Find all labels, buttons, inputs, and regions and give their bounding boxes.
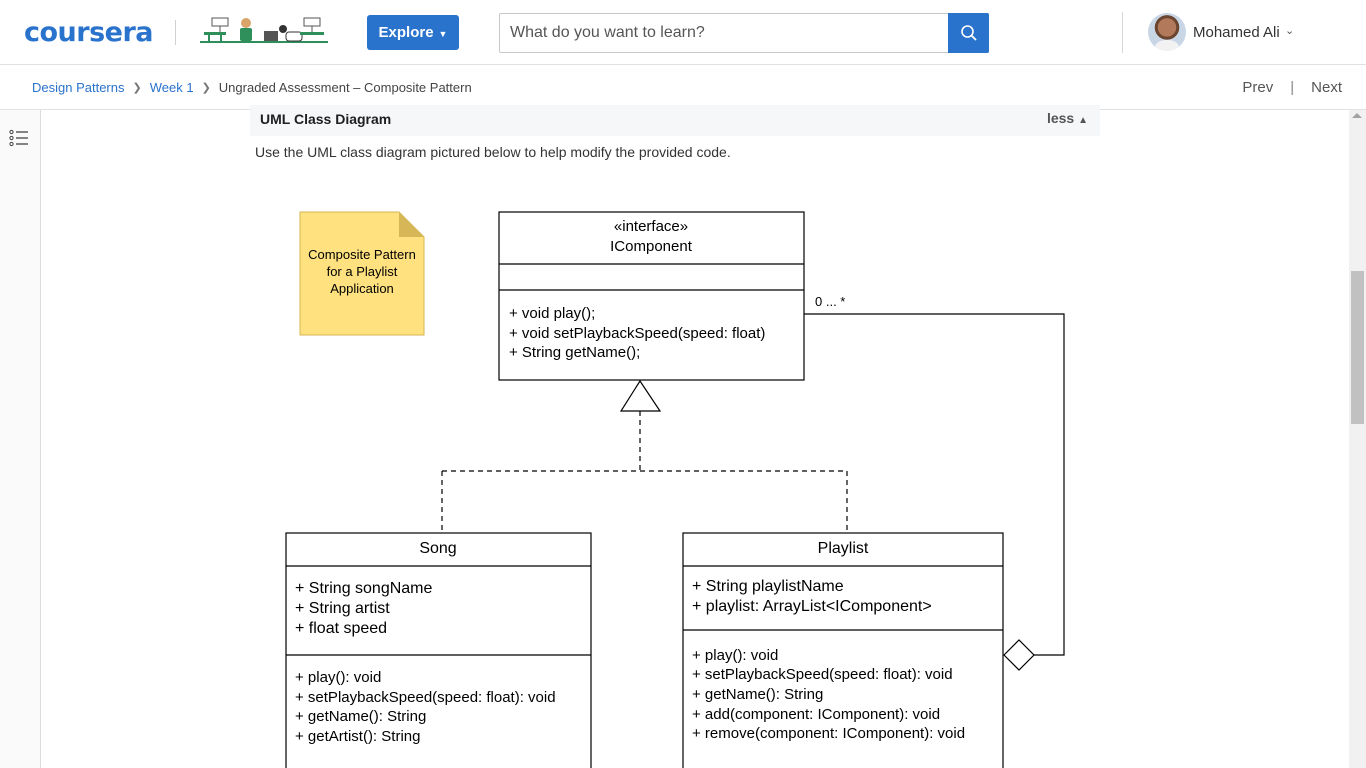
user-name[interactable]: Mohamed Ali — [1193, 24, 1280, 41]
playlist-method: + add(component: IComponent): void — [692, 706, 940, 723]
aggregation-diamond — [1003, 639, 1035, 671]
coursera-logo[interactable]: coursera — [24, 17, 154, 48]
header-divider — [1122, 12, 1123, 53]
less-label: less — [1046, 110, 1075, 126]
section-title: UML Class Diagram — [260, 111, 392, 127]
aggregation-line — [804, 313, 1065, 656]
song-attribute: + String artist — [295, 600, 390, 617]
user-avatar[interactable] — [1148, 13, 1186, 51]
interface-method: + void play(); — [509, 305, 595, 322]
breadcrumb-course[interactable]: Design Patterns — [32, 80, 125, 95]
playlist-class-box — [682, 532, 1004, 768]
search-button[interactable] — [948, 13, 989, 53]
scroll-up-arrow-icon[interactable] — [1352, 113, 1362, 118]
song-class-box — [285, 532, 592, 768]
chevron-right-icon: ❯ — [132, 82, 142, 94]
interface-name: IComponent — [610, 238, 693, 255]
chevron-right-icon: ❯ — [201, 82, 211, 94]
playlist-method: + remove(component: IComponent): void — [692, 725, 965, 742]
prev-link[interactable]: Prev — [1242, 79, 1273, 96]
note-line-1: Composite Pattern — [308, 247, 416, 262]
song-attribute: + String songName — [295, 580, 433, 597]
explore-button[interactable]: Explore ▼ — [367, 15, 459, 50]
section-header: UML Class Diagram less ▲ — [250, 105, 1100, 136]
note-line-2: for a Playlist — [327, 264, 398, 279]
song-method: + getName(): String — [295, 708, 426, 725]
playlist-method: + setPlaybackSpeed(speed: float): void — [692, 666, 953, 683]
next-link[interactable]: Next — [1311, 79, 1342, 96]
interface-class-box — [498, 211, 805, 381]
chevron-down-icon[interactable]: ⌄ — [1285, 24, 1294, 37]
chevron-down-icon: ▼ — [438, 28, 448, 39]
interface-method: + String getName(); — [509, 344, 640, 361]
note-fold — [399, 212, 424, 237]
prev-next-nav: Prev | Next — [1242, 79, 1342, 96]
breadcrumb: Design Patterns ❯ Week 1 ❯ Ungraded Asse… — [32, 80, 472, 95]
scrollbar-thumb[interactable] — [1351, 271, 1364, 424]
search-icon — [960, 25, 977, 41]
scrollbar[interactable] — [1349, 110, 1366, 768]
note-line-3: Application — [330, 281, 394, 296]
breadcrumb-current: Ungraded Assessment – Composite Pattern — [218, 80, 472, 95]
less-toggle[interactable]: less ▲ — [1047, 110, 1088, 126]
song-class-name: Song — [419, 540, 456, 557]
realization-arrowhead — [619, 379, 662, 412]
left-rail — [0, 110, 41, 768]
playlist-attribute: + playlist: ArrayList<IComponent> — [692, 598, 932, 615]
search-input[interactable] — [500, 14, 949, 52]
top-header: coursera Explore ▼ Mohamed Ali ⌄ — [0, 0, 1366, 65]
playlist-class-name: Playlist — [818, 540, 869, 557]
logo-divider — [175, 20, 176, 45]
chevron-up-icon: ▲ — [1078, 115, 1088, 126]
multiplicity-label: 0 ... * — [815, 294, 845, 309]
song-attribute: + float speed — [295, 620, 387, 637]
playlist-attribute: + String playlistName — [692, 578, 844, 595]
interface-stereotype: «interface» — [614, 218, 688, 235]
interface-method: + void setPlaybackSpeed(speed: float) — [509, 325, 765, 342]
playlist-method: + getName(): String — [692, 686, 823, 703]
search-box — [499, 13, 989, 53]
song-method: + getArtist(): String — [295, 728, 420, 745]
explore-label: Explore — [378, 24, 434, 41]
song-method: + play(): void — [295, 669, 381, 686]
breadcrumb-week[interactable]: Week 1 — [150, 80, 194, 95]
breadcrumb-bar: Design Patterns ❯ Week 1 ❯ Ungraded Asse… — [0, 65, 1366, 110]
note-shape — [299, 211, 425, 336]
partner-logo-illustration — [200, 17, 328, 43]
instruction-text: Use the UML class diagram pictured below… — [255, 144, 731, 160]
playlist-method: + play(): void — [692, 647, 778, 664]
list-menu-icon[interactable] — [9, 129, 29, 147]
song-method: + setPlaybackSpeed(speed: float): void — [295, 689, 556, 706]
nav-divider: | — [1290, 79, 1295, 96]
